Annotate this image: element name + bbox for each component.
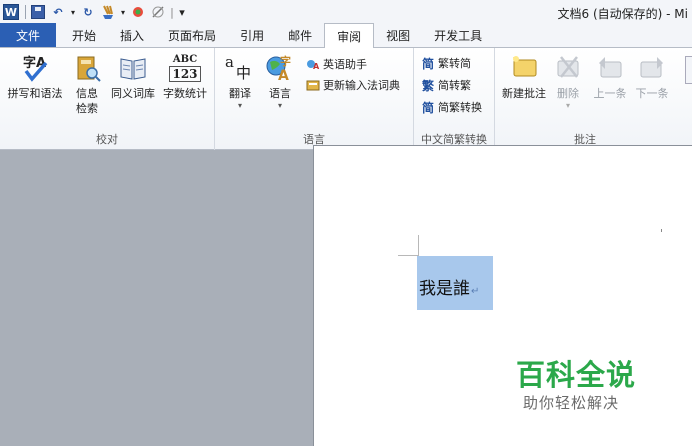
update-ime-label: 更新输入法词典 — [323, 79, 400, 92]
convert-button[interactable]: 简 简繁转换 — [420, 97, 482, 117]
watermark-title: 百科全说 — [516, 358, 637, 392]
word-app-icon[interactable]: W — [2, 3, 20, 21]
new-comment-label: 新建批注 — [502, 87, 546, 100]
group-comments: 新建批注 删除 ▾ 上一条 下一条 批注 — [495, 48, 692, 150]
research-book-icon — [71, 52, 103, 84]
thesaurus-book-icon — [117, 52, 149, 84]
translate-button[interactable]: a中 翻译 ▾ — [223, 52, 257, 111]
english-assistant-icon: A — [305, 56, 321, 72]
abc-text: ABC — [172, 54, 198, 65]
new-comment-button[interactable]: 新建批注 — [499, 52, 549, 101]
english-assistant-label: 英语助手 — [323, 58, 367, 71]
num-text: 123 — [169, 66, 201, 82]
window-title: 文档6 (自动保存的) - Mi — [557, 7, 688, 21]
svg-text:a: a — [225, 53, 234, 71]
document-page[interactable] — [313, 145, 692, 446]
selected-text[interactable]: 我是誰 — [419, 279, 470, 299]
quick-access-toolbar: W ↶ ▾ ↻ ▾ | ▾ — [0, 0, 189, 24]
qat-separator: | — [170, 5, 174, 19]
spelling-label: 拼写和语法 — [7, 87, 63, 100]
update-ime-button[interactable]: 更新输入法词典 — [305, 75, 400, 95]
undo-dropdown-icon[interactable]: ▾ — [69, 3, 77, 21]
to-simplified-button[interactable]: 简 繁转简 — [420, 53, 471, 73]
color-icon[interactable] — [129, 3, 147, 21]
language-globe-icon: 字A — [264, 52, 296, 84]
group-language: a中 翻译 ▾ 字A 语言 ▾ A 英语助手 更新输入法词典 语言 — [215, 48, 414, 150]
to-simplified-label: 繁转简 — [438, 57, 471, 70]
ribbon: 字A 拼写和语法 信息 检索 同义词库 ABC 123 字数统计 校对 a 中 … — [0, 48, 692, 150]
tab-developer[interactable]: 开发工具 — [422, 23, 494, 47]
format-dropdown-icon[interactable]: ▾ — [119, 3, 127, 21]
language-button[interactable]: 字A 语言 ▾ — [263, 52, 297, 111]
format-painter-icon[interactable] — [99, 3, 117, 21]
title-bar: W ↶ ▾ ↻ ▾ | ▾ 文档6 (自动保存的) - Mi — [0, 0, 692, 24]
delete-comment-button[interactable]: 删除 ▾ — [553, 52, 583, 111]
tab-page-layout[interactable]: 页面布局 — [156, 23, 228, 47]
tab-file[interactable]: 文件 — [0, 23, 57, 47]
language-label: 语言 — [269, 87, 291, 100]
save-icon[interactable] — [29, 3, 47, 21]
translate-label: 翻译 — [229, 87, 251, 100]
language-dropdown-icon[interactable]: ▾ — [278, 101, 282, 111]
spelling-check-icon: 字A — [19, 52, 51, 84]
next-label: 下一条 — [635, 87, 669, 100]
svg-text:A: A — [313, 62, 320, 71]
document-text[interactable]: 我是誰↵ — [419, 274, 479, 299]
tab-references[interactable]: 引用 — [228, 23, 276, 47]
tab-view[interactable]: 视图 — [374, 23, 422, 47]
margin-corner-vertical — [418, 235, 419, 256]
translate-icon: a中 — [224, 52, 256, 84]
research-label-2: 检索 — [76, 102, 98, 115]
next-comment-button[interactable]: 下一条 — [632, 52, 672, 101]
new-comment-icon — [508, 52, 540, 84]
svg-text:字: 字 — [280, 54, 291, 68]
delete-label: 删除 — [557, 87, 579, 100]
convert-label: 简繁转换 — [438, 101, 482, 114]
research-label-1: 信息 — [76, 87, 98, 100]
previous-comment-button[interactable]: 上一条 — [590, 52, 630, 101]
thesaurus-label: 同义词库 — [111, 87, 155, 100]
group-proofing: 字A 拼写和语法 信息 检索 同义词库 ABC 123 字数统计 校对 — [0, 48, 215, 150]
margin-corner-horizontal — [398, 255, 419, 256]
previous-comment-icon — [594, 52, 626, 84]
paragraph-mark: ↵ — [471, 286, 480, 297]
tab-insert[interactable]: 插入 — [108, 23, 156, 47]
track-changes-icon[interactable] — [685, 56, 692, 84]
ribbon-tabs: 文件 开始 插入 页面布局 引用 邮件 审阅 视图 开发工具 — [0, 23, 692, 48]
watermark-subtitle: 助你轻松解决 — [523, 394, 620, 412]
translate-dropdown-icon[interactable]: ▾ — [238, 101, 242, 111]
convert-icon: 简 — [421, 100, 434, 115]
group-chinese-conversion: 简 繁转简 繁 简转繁 简 简繁转换 中文简繁转换 — [414, 48, 495, 150]
proofing-group-label: 校对 — [96, 133, 118, 146]
qat-divider — [25, 5, 26, 19]
thesaurus-button[interactable]: 同义词库 — [108, 52, 158, 101]
delete-dropdown-icon[interactable]: ▾ — [566, 101, 570, 111]
tab-home[interactable]: 开始 — [60, 23, 108, 47]
word-count-label: 字数统计 — [163, 87, 207, 100]
customize-qat-icon[interactable]: ▾ — [177, 3, 187, 21]
tab-review[interactable]: 审阅 — [324, 23, 375, 48]
undo-icon[interactable]: ↶ — [49, 3, 67, 21]
to-simplified-icon: 简 — [421, 56, 434, 71]
english-assistant-button[interactable]: A 英语助手 — [305, 54, 367, 74]
svg-text:A: A — [278, 68, 289, 84]
word-logo: W — [3, 4, 19, 20]
update-ime-icon — [305, 77, 321, 93]
delete-comment-icon — [552, 52, 584, 84]
page-margin-mark — [661, 229, 662, 232]
to-traditional-icon: 繁 — [421, 78, 434, 93]
svg-text:中: 中 — [236, 64, 251, 82]
to-traditional-button[interactable]: 繁 简转繁 — [420, 75, 471, 95]
next-comment-icon — [636, 52, 668, 84]
tab-mailings[interactable]: 邮件 — [276, 23, 324, 47]
redo-icon[interactable]: ↻ — [79, 3, 97, 21]
previous-label: 上一条 — [593, 87, 627, 100]
word-count-button[interactable]: ABC 123 字数统计 — [160, 52, 210, 101]
word-count-icon: ABC 123 — [169, 52, 201, 84]
to-traditional-label: 简转繁 — [438, 79, 471, 92]
research-button[interactable]: 信息 检索 — [70, 52, 104, 116]
spelling-grammar-button[interactable]: 字A 拼写和语法 — [4, 52, 66, 101]
clear-format-icon[interactable] — [149, 3, 167, 21]
